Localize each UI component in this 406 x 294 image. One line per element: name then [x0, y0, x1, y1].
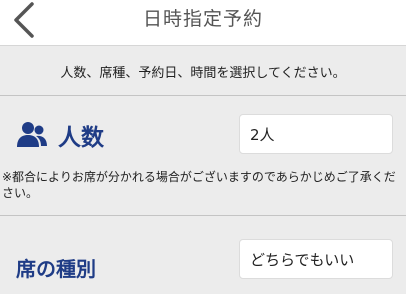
header-bar: 日時指定予約: [0, 0, 406, 46]
divider: [0, 215, 406, 216]
seat-type-select[interactable]: どちらでもいい: [239, 239, 393, 279]
party-size-select[interactable]: 2人: [239, 114, 393, 154]
page-title: 日時指定予約: [142, 8, 263, 30]
party-size-label: 人数: [58, 125, 104, 151]
divider: [0, 95, 406, 96]
party-size-label-row: 人数: [16, 118, 104, 152]
instruction-text: 人数、席種、予約日、時間を選択してください。: [60, 66, 346, 81]
seating-note: ※都合によりお席が分かれる場合がございますのであらかじめご了承ください。: [2, 170, 396, 200]
seat-type-label: 席の種別: [16, 257, 96, 281]
people-icon: [17, 122, 47, 147]
